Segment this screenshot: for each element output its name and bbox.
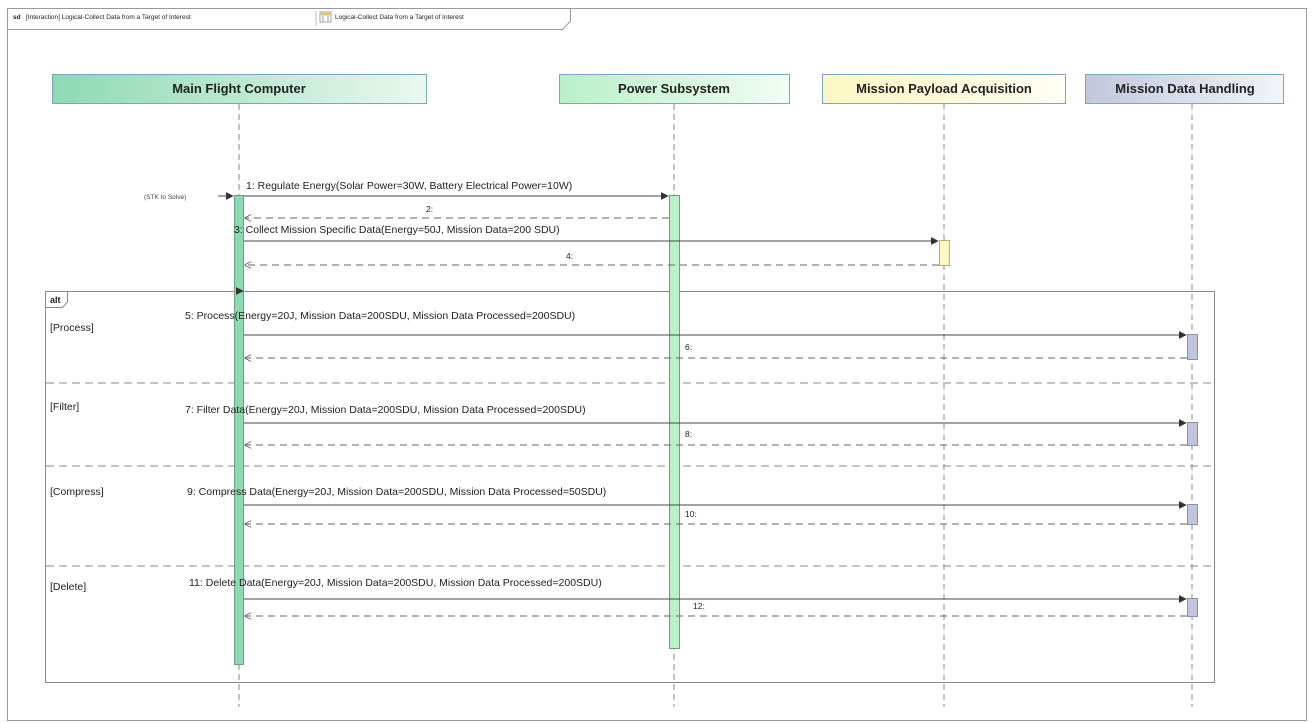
- activation-bar-mpa: [939, 240, 950, 266]
- message-label: 11: Delete Data(Energy=20J, Mission Data…: [189, 577, 602, 589]
- message-label: 7: Filter Data(Energy=20J, Mission Data=…: [185, 404, 586, 416]
- frame-diagram-name: Logical-Collect Data from a Target of In…: [335, 14, 464, 21]
- sequence-diagram: sd [Interaction] Logical-Collect Data fr…: [7, 8, 1307, 721]
- guard-filter: [Filter]: [50, 401, 79, 413]
- message-label: 5: Process(Energy=20J, Mission Data=200S…: [185, 310, 575, 322]
- frame-kind: sd: [13, 14, 21, 21]
- lifeline-mission-data-handling[interactable]: Mission Data Handling: [1085, 74, 1284, 104]
- outer-frame-border: [7, 8, 1307, 721]
- sequence-diagram-frame: sd [Interaction] Logical-Collect Data fr…: [0, 0, 1315, 723]
- lifeline-title: Main Flight Computer: [172, 81, 306, 96]
- activation-bar-mfc: [234, 195, 244, 665]
- activation-bar-mdh: [1187, 504, 1198, 525]
- message-label: 9: Compress Data(Energy=20J, Mission Dat…: [187, 486, 606, 498]
- diagram-type-icon: [319, 11, 332, 23]
- message-label: 1: Regulate Energy(Solar Power=30W, Batt…: [246, 180, 572, 192]
- guard-compress: [Compress]: [50, 486, 104, 498]
- message-label: 12:: [693, 601, 705, 611]
- message-label: 3: Collect Mission Specific Data(Energy=…: [234, 224, 560, 236]
- lifeline-main-flight-computer[interactable]: Main Flight Computer: [52, 74, 427, 104]
- activation-bar-mdh: [1187, 334, 1198, 360]
- frame-title: [Interaction] Logical-Collect Data from …: [26, 14, 191, 21]
- lifeline-title: Power Subsystem: [618, 81, 730, 96]
- gate-label: (STK to Solve): [144, 194, 186, 201]
- message-label: 10:: [685, 509, 697, 519]
- lifeline-title: Mission Data Handling: [1115, 81, 1254, 96]
- guard-process: [Process]: [50, 322, 94, 334]
- activation-bar-mdh: [1187, 422, 1198, 446]
- message-label: 2:: [426, 204, 433, 214]
- lifeline-title: Mission Payload Acquisition: [856, 81, 1032, 96]
- message-label: 8:: [685, 429, 692, 439]
- activation-bar-pwr: [669, 195, 680, 649]
- message-label: 4:: [566, 251, 573, 261]
- guard-delete: [Delete]: [50, 581, 86, 593]
- activation-bar-mdh: [1187, 598, 1198, 617]
- lifeline-power-subsystem[interactable]: Power Subsystem: [559, 74, 790, 104]
- lifeline-mission-payload-acquisition[interactable]: Mission Payload Acquisition: [822, 74, 1066, 104]
- message-label: 6:: [685, 342, 692, 352]
- alt-label: alt: [50, 295, 61, 305]
